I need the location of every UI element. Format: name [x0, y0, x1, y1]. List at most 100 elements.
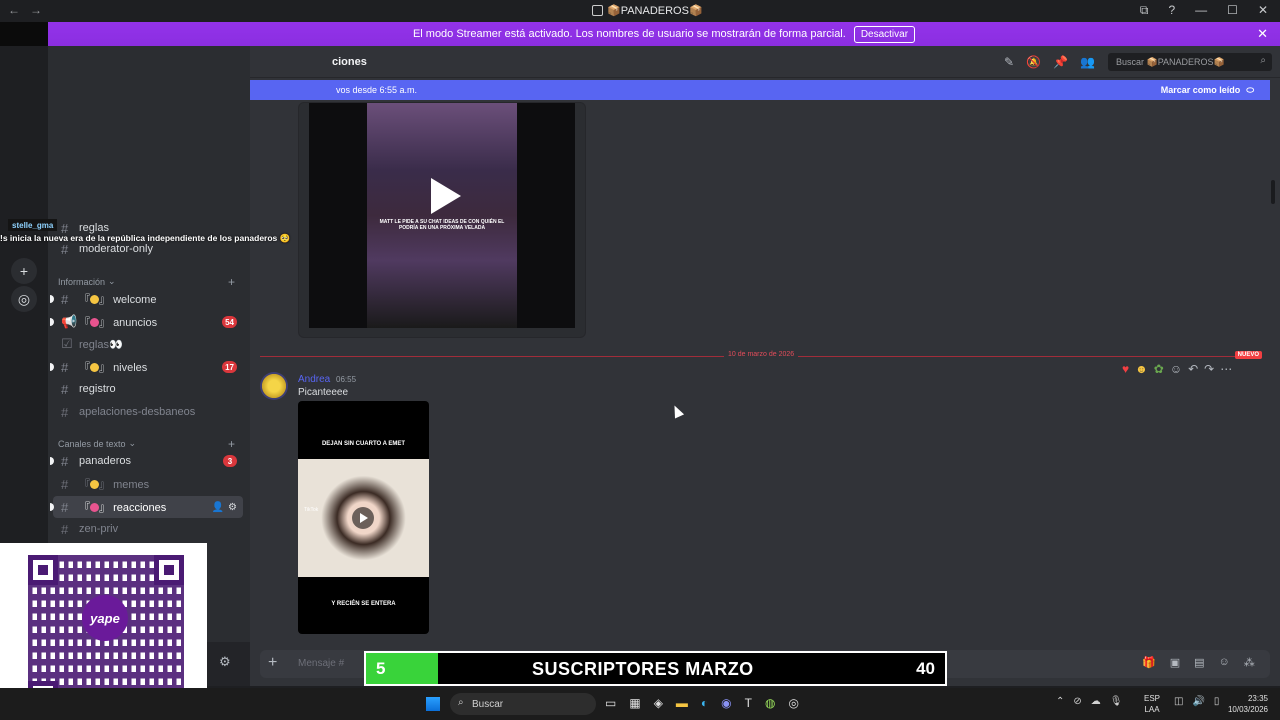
tf-app-icon[interactable]: T — [745, 696, 752, 710]
gear-icon[interactable]: ⚙ — [228, 502, 237, 513]
taskbar-search-label: Buscar — [472, 698, 504, 710]
add-channel-icon[interactable]: + — [228, 275, 235, 289]
play-icon[interactable] — [352, 507, 374, 529]
window-controls: ⧉ ? — ☐ ✕ — [1140, 3, 1268, 18]
emoji-picker-icon[interactable]: ☺ — [1219, 656, 1230, 669]
search-input[interactable]: Buscar 📦PANADEROS📦 ⌕ — [1108, 53, 1272, 71]
search-placeholder: Buscar 📦PANADEROS📦 — [1116, 56, 1225, 67]
new-badge: NUEVO — [1234, 351, 1262, 359]
sidebar-item-anuncios[interactable]: 📢 『』 anuncios 54 — [50, 311, 243, 333]
network-off-icon[interactable]: ⊘ — [1073, 696, 1081, 707]
mic-icon[interactable]: 🎙 — [1110, 696, 1123, 707]
windows-start-icon[interactable] — [426, 697, 440, 711]
add-server-icon[interactable]: + — [11, 258, 37, 284]
message-author[interactable]: Andrea — [298, 374, 330, 385]
language-indicator[interactable]: ESP LAA — [1144, 693, 1160, 715]
sidebar-item-reglas[interactable]: ☑ reglas👀 — [53, 333, 243, 355]
clock[interactable]: 23:35 10/03/2026 — [1222, 693, 1268, 715]
volume-icon[interactable]: 🔊 — [1192, 696, 1204, 707]
add-reaction-icon[interactable]: ☺ — [1170, 362, 1182, 376]
avatar[interactable] — [260, 372, 288, 400]
unread-indicator — [50, 457, 54, 465]
video-embed-2[interactable]: DEJAN SIN CUARTO A EMET TikTok Y RECIÉN … — [298, 401, 429, 634]
back-arrow-icon[interactable]: ← — [8, 3, 20, 17]
heart-reaction-icon[interactable]: ♥ — [1122, 362, 1129, 376]
video-top-text: DEJAN SIN CUARTO A EMET — [321, 441, 406, 447]
sidebar-item-niveles[interactable]: # 『』 niveles 17 — [50, 356, 243, 378]
channel-label: registro — [79, 383, 116, 395]
more-icon[interactable]: ⋯ — [1220, 362, 1232, 376]
settings-gear-icon[interactable]: ⚙ — [219, 654, 231, 670]
new-messages-bar[interactable]: vos desde 6:55 a.m. Marcar como leído ⬭ — [250, 80, 1270, 100]
sidebar-item-welcome[interactable]: # 『』 welcome — [50, 288, 243, 310]
sidebar-item-memes[interactable]: # 『』 memes — [53, 473, 243, 495]
title-bar: ← → 📦PANADEROS📦 ⧉ ? — ☐ ✕ — [0, 0, 1280, 22]
gift-icon[interactable]: 🎁 — [1142, 656, 1156, 669]
close-button[interactable]: ✕ — [1258, 3, 1268, 18]
video-bottom-text: Y RECIÉN SE ENTERA — [331, 601, 396, 607]
message-actions: ♥ ☻ ✿ ☺ ↶ ↷ ⋯ — [1122, 362, 1232, 376]
store-icon[interactable]: ▦ — [629, 696, 640, 710]
edge-icon[interactable]: ◐ — [701, 696, 708, 710]
video-embed-1[interactable]: MATT LE PIDE A SU CHAT IDEAS DE CON QUIÉ… — [298, 102, 586, 338]
task-view-icon[interactable]: ▭ — [605, 696, 616, 710]
category-canales-texto[interactable]: Canales de texto ⌄ + — [58, 437, 248, 451]
inbox-icon[interactable]: ⧉ — [1140, 3, 1149, 18]
play-icon[interactable] — [431, 178, 461, 214]
category-informacion[interactable]: Información ⌄ + — [58, 275, 248, 289]
app-icon[interactable]: ◍ — [765, 696, 775, 710]
forward-arrow-icon[interactable]: → — [30, 3, 42, 17]
taskbar-apps: ▭ ▦ ◈ ▬ ◐ ◉ T ◍ ◎ — [605, 696, 799, 710]
emoji-icon — [90, 503, 99, 512]
laugh-reaction-icon[interactable]: ☻ — [1135, 362, 1148, 376]
explore-icon[interactable]: ◎ — [11, 286, 37, 312]
close-icon[interactable]: ✕ — [1257, 26, 1268, 42]
threads-icon[interactable]: ✎ — [1004, 55, 1014, 69]
sidebar-item-zen-priv[interactable]: # zen-priv — [53, 518, 243, 540]
sidebar-item-apelaciones[interactable]: # apelaciones-desbaneos — [53, 401, 243, 423]
sidebar-item-reacciones[interactable]: # 『』 reacciones 👤 ⚙ — [50, 496, 243, 518]
add-channel-icon[interactable]: + — [228, 437, 235, 451]
mark-as-read-button[interactable]: Marcar como leído ⬭ — [1161, 85, 1254, 96]
sticker-icon[interactable]: ▤ — [1194, 656, 1204, 669]
file-explorer-icon[interactable]: ▬ — [676, 696, 688, 710]
mute-bell-icon[interactable]: 🔕 — [1026, 55, 1041, 69]
sidebar-item-registro[interactable]: # registro — [53, 378, 243, 400]
battery-icon[interactable]: ▯ — [1214, 696, 1220, 707]
sidebar-item-panaderos[interactable]: # panaderos 3 — [50, 450, 243, 472]
gif-icon[interactable]: ▣ — [1170, 656, 1180, 669]
chevron-down-icon: ⌄ — [108, 276, 116, 286]
hash-icon: # — [61, 453, 69, 469]
members-icon[interactable]: 👥 — [1080, 55, 1095, 69]
attach-plus-icon[interactable]: + — [268, 654, 277, 672]
reply-icon[interactable]: ↶ — [1188, 362, 1198, 376]
maximize-button[interactable]: ☐ — [1227, 3, 1238, 18]
deactivate-button[interactable]: Desactivar — [853, 25, 916, 43]
chat-overlay-message: !s inicia la nueva era de la república i… — [0, 233, 291, 243]
lang-code: ESP — [1144, 694, 1161, 703]
channel-label-text: welcome — [113, 294, 157, 306]
subscriber-current: 5 — [376, 659, 386, 678]
unread-indicator — [50, 295, 54, 303]
discord-icon[interactable]: ◉ — [721, 696, 731, 710]
wifi-icon[interactable]: ◫ — [1174, 696, 1183, 707]
forward-icon[interactable]: ↷ — [1204, 362, 1214, 376]
system-icons: ◫ 🔊 ▯ — [1174, 696, 1219, 707]
chrome-icon[interactable]: ◎ — [788, 696, 798, 710]
help-icon[interactable]: ? — [1168, 3, 1175, 18]
copilot-icon[interactable]: ◈ — [654, 696, 663, 710]
composer-icons: 🎁 ▣ ▤ ☺ ⁂ — [1142, 656, 1255, 669]
pin-icon[interactable]: 📌 — [1053, 55, 1068, 69]
chevron-up-icon[interactable]: ⌃ — [1056, 696, 1064, 707]
onedrive-icon[interactable]: ☁ — [1091, 696, 1101, 707]
taskbar-search[interactable]: ⌕ Buscar — [450, 693, 596, 715]
minimize-button[interactable]: — — [1195, 3, 1207, 18]
scrollbar-thumb[interactable] — [1271, 180, 1275, 204]
channel-label: 『』 niveles — [79, 362, 148, 374]
channel-label: panaderos — [79, 455, 131, 467]
sticker-reaction-icon[interactable]: ✿ — [1154, 362, 1164, 376]
hash-icon: # — [61, 291, 69, 307]
invite-icon[interactable]: 👤 — [212, 502, 224, 513]
apps-icon[interactable]: ⁂ — [1244, 656, 1255, 669]
system-tray: ⌃ ⊘ ☁ 🎙 — [1056, 696, 1122, 707]
